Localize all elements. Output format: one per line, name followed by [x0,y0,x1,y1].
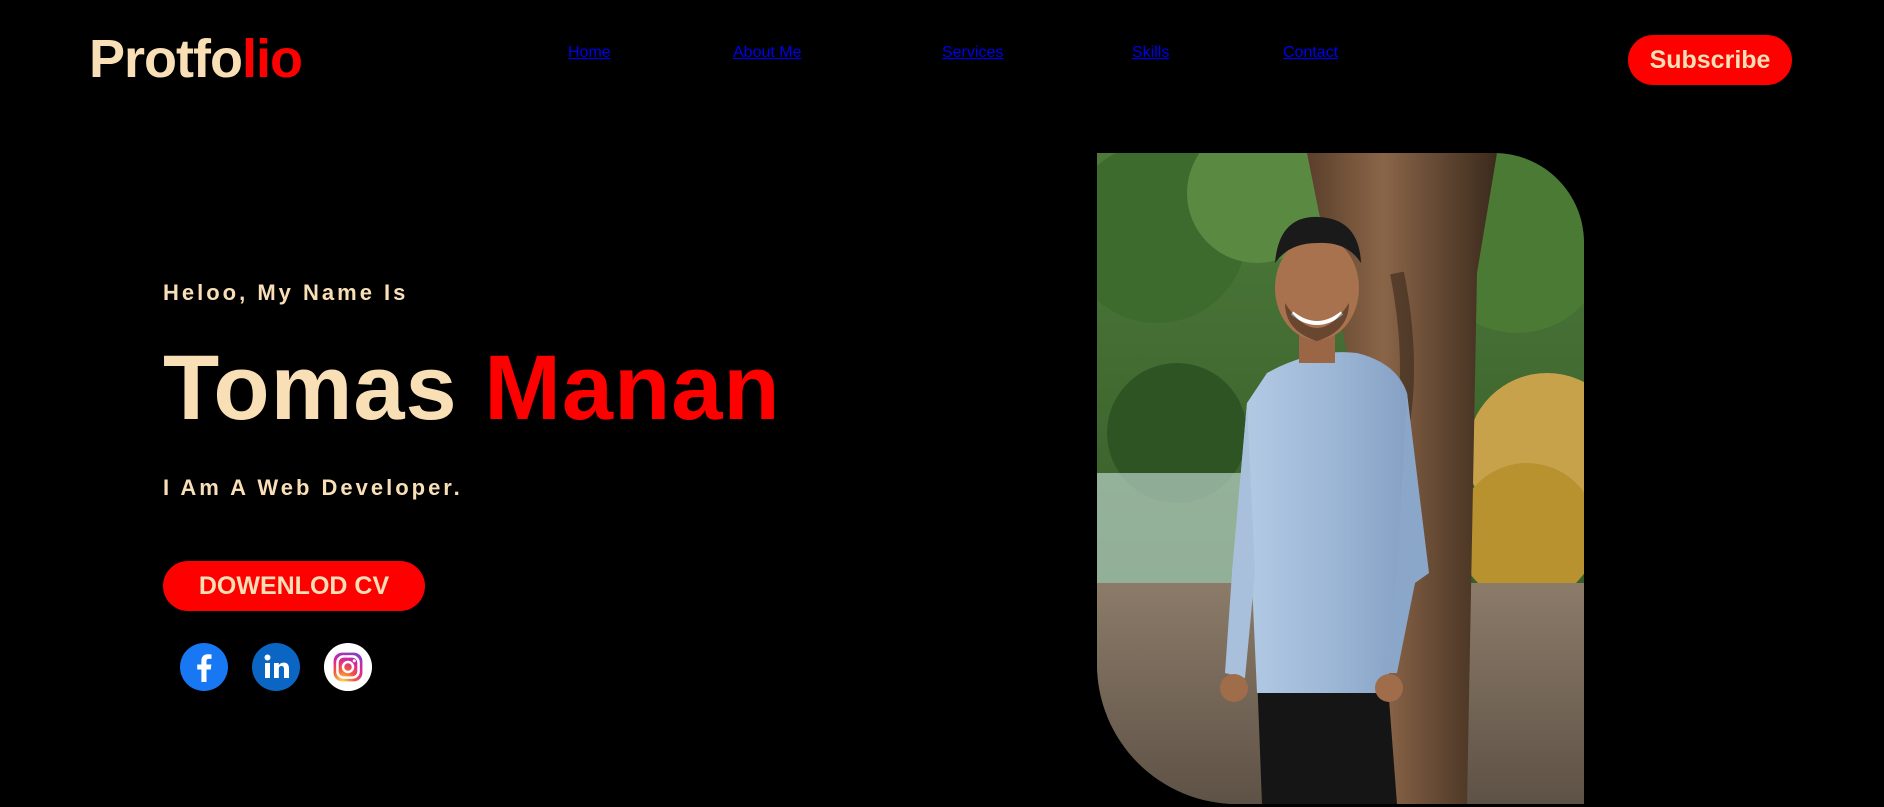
nav-about-me[interactable]: About Me [733,44,801,62]
nav-contact[interactable]: Contact [1283,44,1338,62]
facebook-icon[interactable] [179,642,229,692]
nav-skills[interactable]: Skills [1132,44,1169,62]
hero-greeting: Heloo, My Name Is [163,280,409,305]
linkedin-icon[interactable] [251,642,301,692]
download-cv-button[interactable]: DOWENLOD CV [163,561,425,611]
logo-accent: lio [241,29,303,89]
hero-role: I Am A Web Developer. [163,475,463,500]
instagram-icon[interactable] [323,642,373,692]
profile-photo [1097,153,1584,804]
nav-services[interactable]: Services [942,44,1003,62]
hero-last-name: Manan [484,337,781,439]
nav-home[interactable]: Home [568,44,611,62]
hero-first-name: Tomas [163,337,458,439]
logo-main: Protfo [89,29,243,89]
hero-name: Tomas Manan [163,336,781,441]
subscribe-button[interactable]: Subscribe [1628,35,1792,85]
site-logo[interactable]: Protfolio [89,28,303,90]
